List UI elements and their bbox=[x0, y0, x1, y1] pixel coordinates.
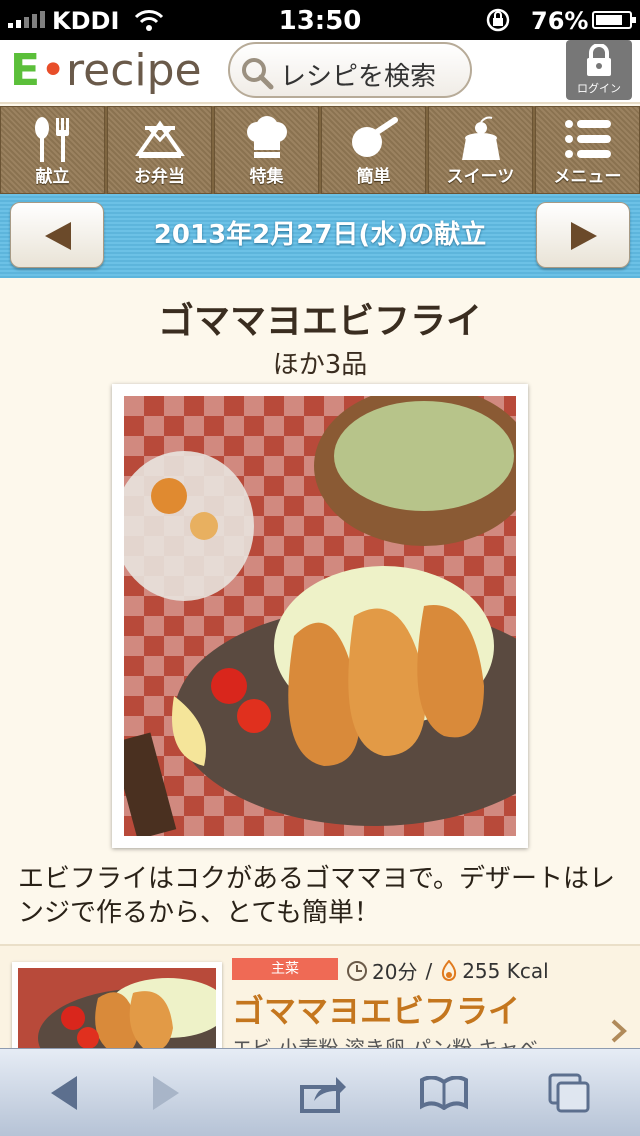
nav-item-menu[interactable]: メニュー bbox=[535, 106, 640, 194]
recipe-thumbnail-image bbox=[18, 968, 216, 1056]
meal-description: エビフライはコクがあるゴママヨで。デザートはレンジで作るから、とても簡単！ bbox=[18, 864, 615, 928]
app-header: E•recipe レシピを検索 ログイン bbox=[0, 40, 640, 104]
arrow-right-icon bbox=[571, 222, 597, 250]
rotation-lock-icon bbox=[486, 8, 510, 32]
arrow-left-icon bbox=[45, 222, 71, 250]
flame-icon bbox=[442, 959, 457, 981]
nav-label: 特集 bbox=[249, 167, 284, 187]
battery-icon bbox=[592, 11, 636, 29]
recipe-list-item[interactable]: 主菜 20分 / 255 Kcal ゴママヨエビフライ エビ 小麦粉 溶き卵 パ… bbox=[0, 944, 640, 1062]
prev-day-button[interactable] bbox=[10, 202, 104, 268]
lock-icon bbox=[587, 44, 611, 76]
tabs-button[interactable] bbox=[530, 1049, 610, 1136]
clock-icon bbox=[347, 960, 367, 981]
bento-icon bbox=[134, 120, 185, 158]
date-bar: 2013年2月27日(水)の献立 bbox=[0, 194, 640, 278]
back-button[interactable] bbox=[24, 1049, 104, 1136]
logo[interactable]: E•recipe bbox=[10, 46, 202, 96]
next-day-button[interactable] bbox=[536, 202, 630, 268]
search-button[interactable]: レシピを検索 bbox=[228, 42, 472, 98]
back-arrow-icon bbox=[51, 1076, 77, 1110]
page-title: ゴママヨエビフライ bbox=[157, 301, 482, 342]
recipe-title: ゴママヨエビフライ bbox=[232, 992, 521, 1030]
share-button[interactable] bbox=[284, 1049, 364, 1136]
nav-label: メニュー bbox=[553, 167, 622, 187]
browser-toolbar bbox=[0, 1048, 640, 1136]
tabs-icon bbox=[548, 1073, 590, 1113]
frying-pan-icon bbox=[351, 117, 398, 157]
chef-hat-icon bbox=[246, 116, 287, 158]
spoon-fork-icon bbox=[34, 117, 69, 162]
cook-time: 20分 bbox=[372, 960, 418, 984]
meta-separator: / bbox=[425, 958, 433, 983]
nav-label: スイーツ bbox=[446, 167, 515, 187]
battery-percent: 76% bbox=[531, 7, 589, 35]
recipe-meta: 20分 / 255 Kcal bbox=[346, 956, 549, 985]
search-label: レシピを検索 bbox=[280, 62, 437, 92]
date-label: 2013年2月27日(水)の献立 bbox=[153, 220, 487, 250]
chevron-right-icon bbox=[611, 1019, 627, 1043]
nav-item-obento[interactable]: お弁当 bbox=[107, 106, 212, 194]
nav-item-kantan[interactable]: 簡単 bbox=[321, 106, 426, 194]
menu-list-icon bbox=[564, 120, 611, 158]
dish-photo-image bbox=[124, 396, 516, 836]
forward-button[interactable] bbox=[126, 1049, 206, 1136]
calories: 255 Kcal bbox=[462, 958, 549, 983]
nav-item-kondate[interactable]: 献立 bbox=[0, 106, 105, 194]
book-icon bbox=[420, 1076, 468, 1110]
recipe-thumbnail bbox=[12, 962, 222, 1062]
status-bar: KDDI 13:50 76% bbox=[0, 0, 640, 40]
login-label: ログイン bbox=[577, 82, 621, 95]
share-icon bbox=[300, 1077, 346, 1113]
forward-arrow-icon bbox=[153, 1076, 179, 1110]
category-tag: 主菜 bbox=[232, 958, 338, 980]
page-subtitle: ほか3品 bbox=[272, 350, 368, 380]
nav-item-tokushu[interactable]: 特集 bbox=[214, 106, 319, 194]
cake-icon bbox=[461, 116, 500, 160]
login-button[interactable]: ログイン bbox=[566, 40, 632, 100]
category-nav: 献立 お弁当 特集 簡単 スイーツ メニュー bbox=[0, 106, 640, 194]
nav-item-sweets[interactable]: スイーツ bbox=[428, 106, 533, 194]
nav-label: お弁当 bbox=[134, 167, 185, 187]
nav-label: 簡単 bbox=[356, 167, 391, 187]
bookmarks-button[interactable] bbox=[404, 1049, 484, 1136]
dish-photo[interactable] bbox=[112, 384, 528, 848]
nav-label: 献立 bbox=[35, 167, 70, 187]
search-icon bbox=[242, 58, 274, 90]
